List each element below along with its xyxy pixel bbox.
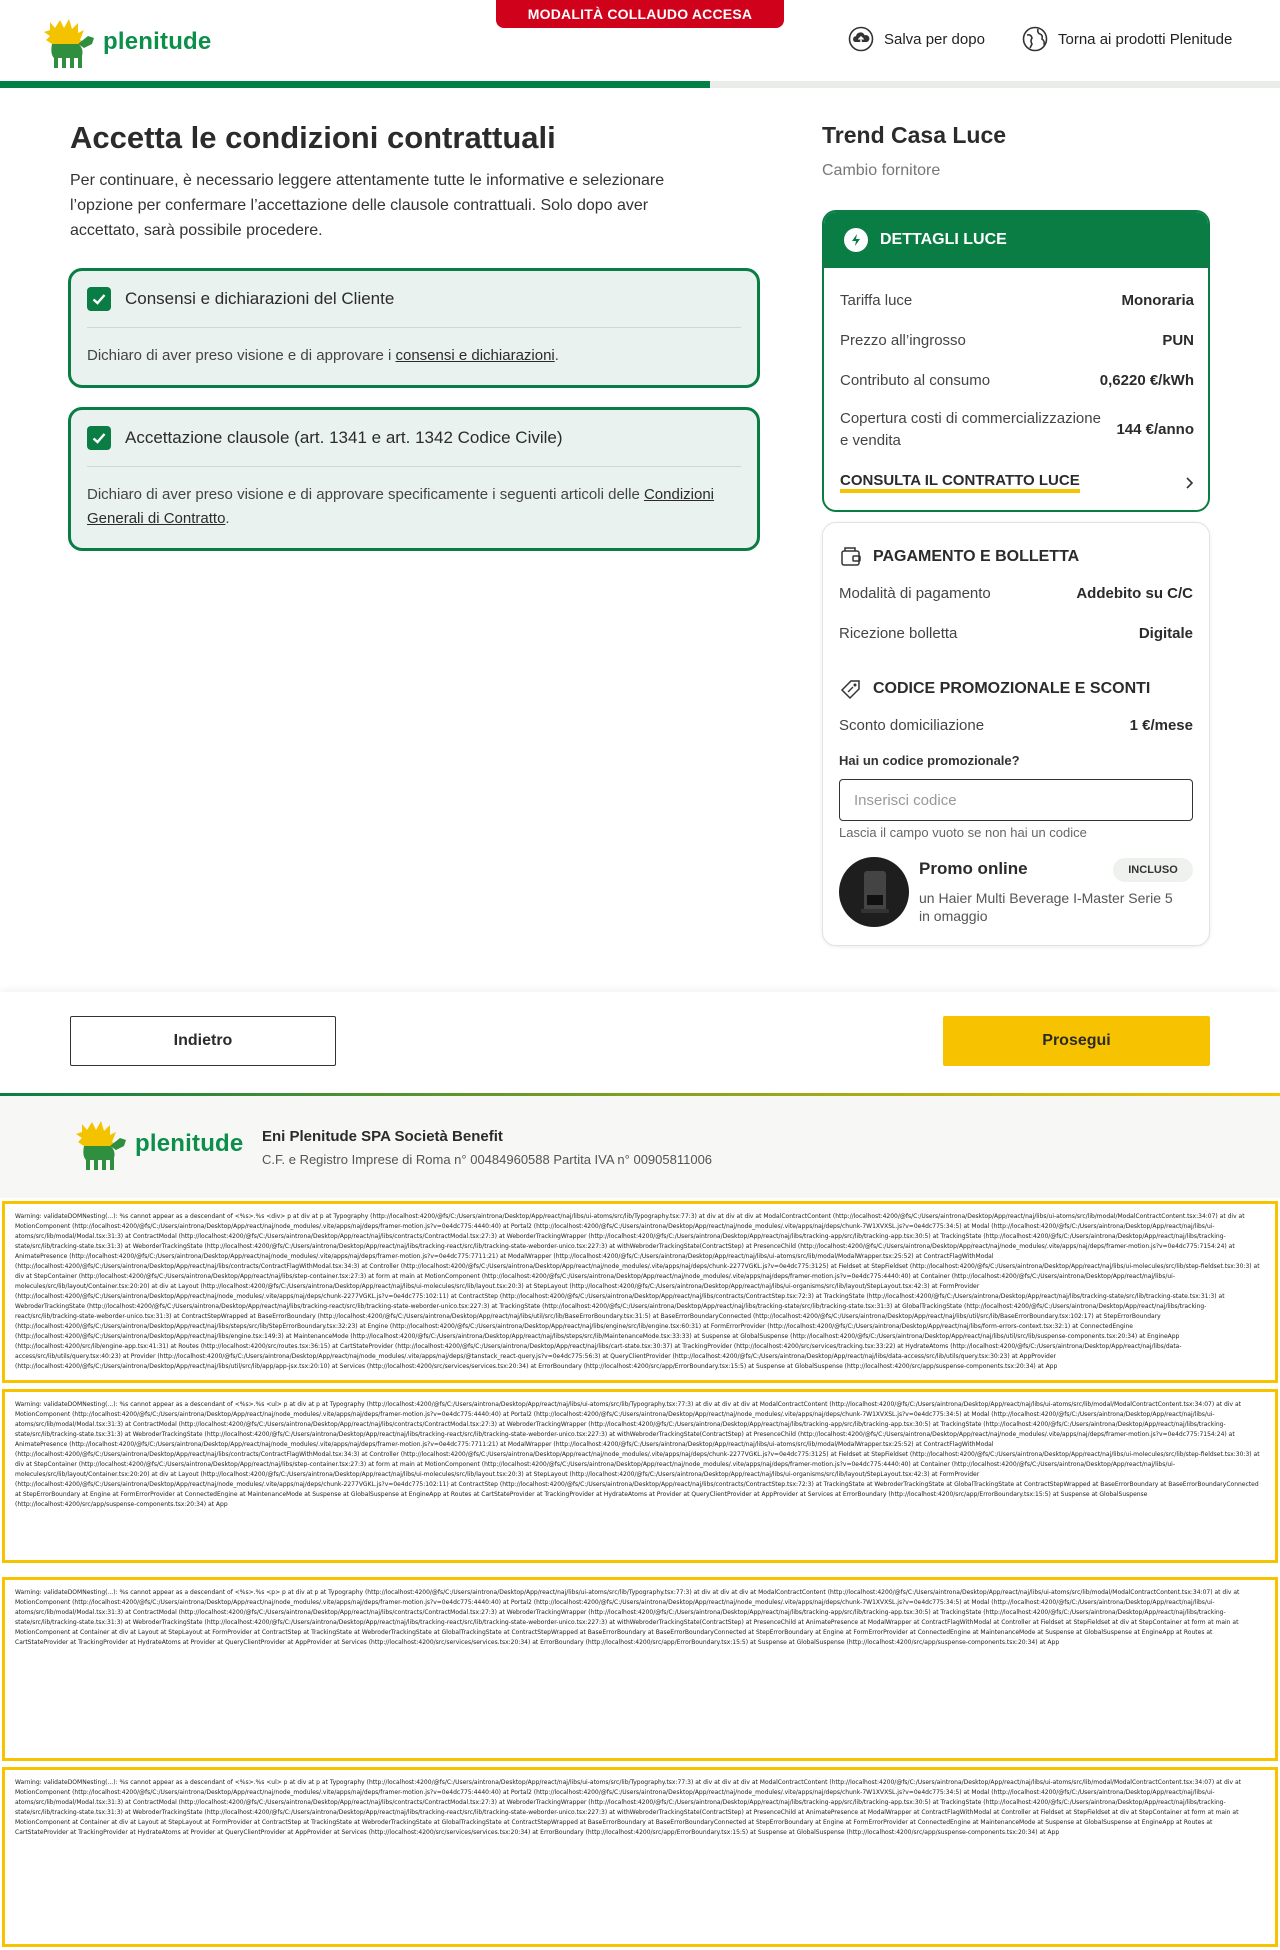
discount-value: 1 €/mese bbox=[1129, 717, 1193, 734]
six-legged-dog-logo-icon bbox=[44, 19, 94, 68]
luce-row-label: Copertura costi di commercializzazione e… bbox=[840, 410, 1101, 449]
promo-title: Promo online bbox=[919, 859, 1028, 878]
plenitude-logo[interactable]: plenitude bbox=[38, 14, 212, 70]
payment-row-value: Addebito su C/C bbox=[1076, 585, 1193, 602]
payment-row-value: Digitale bbox=[1138, 625, 1193, 642]
footer-logo: plenitude bbox=[70, 1116, 244, 1172]
footer: plenitude Eni Plenitude SPA Società Bene… bbox=[0, 1093, 1280, 1198]
consent-body: Dichiaro di aver preso visione e di appr… bbox=[71, 467, 757, 547]
discount-row: Sconto domiciliazione 1 €/mese bbox=[839, 717, 1193, 734]
offer-name: Trend Casa Luce bbox=[822, 122, 1007, 148]
payment-row-label: Modalità di pagamento bbox=[839, 585, 991, 602]
luce-row-value: 144 €/anno bbox=[1116, 421, 1194, 438]
luce-row: Contributo al consumo 0,6220 €/kWh bbox=[840, 372, 1194, 389]
consent-card-declarations: Consensi e dichiarazioni del Cliente Dic… bbox=[68, 268, 760, 388]
progress-bar bbox=[0, 81, 1280, 88]
luce-row: Tariffa luce Monoraria bbox=[840, 292, 1194, 309]
promo-description: un Haier Multi Beverage I-Master Serie 5… bbox=[919, 890, 1173, 924]
bolt-icon bbox=[844, 228, 868, 252]
luce-row: Copertura costi di commercializzazione e… bbox=[840, 408, 1194, 452]
consents-declarations-link[interactable]: consensi e dichiarazioni bbox=[396, 347, 555, 364]
consult-contract-label: CONSULTA IL CONTRATTO LUCE bbox=[840, 472, 1080, 493]
payment-row-label: Ricezione bolletta bbox=[839, 625, 958, 642]
consent-title: Accettazione clausole (art. 1341 e art. … bbox=[125, 428, 563, 447]
step-navigation: Indietro Prosegui bbox=[0, 992, 1280, 1094]
promo-header-label: CODICE PROMOZIONALE E SCONTI bbox=[873, 680, 1151, 697]
consent-body-suffix: . bbox=[225, 510, 230, 527]
check-icon bbox=[92, 294, 106, 305]
consent-body-suffix: . bbox=[554, 347, 559, 364]
page-title: Accetta le condizioni contrattuali bbox=[70, 120, 556, 155]
check-icon bbox=[92, 433, 106, 444]
declarations-checkbox[interactable] bbox=[87, 287, 111, 311]
dev-warning-panel: Warning: validateDOMNesting(...): %s can… bbox=[2, 1201, 1278, 1383]
footer-company: Eni Plenitude SPA Società Benefit bbox=[262, 1128, 503, 1145]
page-intro: Per continuare, è necessario leggere att… bbox=[70, 172, 665, 239]
consent-title: Consensi e dichiarazioni del Cliente bbox=[125, 289, 395, 308]
brand-wordmark: plenitude bbox=[103, 28, 212, 55]
luce-details-card: DETTAGLI LUCE Tariffa luce Monoraria Pre… bbox=[822, 210, 1210, 512]
promo-section-header: CODICE PROMOZIONALE E SCONTI bbox=[839, 677, 1150, 701]
tag-icon bbox=[840, 680, 860, 700]
test-mode-banner: MODALITÀ COLLAUDO ACCESA bbox=[496, 0, 784, 28]
luce-row-label: Contributo al consumo bbox=[840, 372, 991, 389]
included-badge: INCLUSO bbox=[1113, 858, 1193, 882]
continue-button[interactable]: Prosegui bbox=[943, 1016, 1210, 1066]
payment-header-label: PAGAMENTO E BOLLETTA bbox=[873, 548, 1080, 565]
payment-promo-card: PAGAMENTO E BOLLETTA Modalità di pagamen… bbox=[822, 522, 1210, 946]
promo-code-hint: Lascia il campo vuoto se non hai un codi… bbox=[839, 825, 1087, 840]
luce-header: DETTAGLI LUCE bbox=[824, 212, 1208, 268]
back-to-products-label: Torna ai prodotti Plenitude bbox=[1058, 30, 1233, 48]
cloud-upload-icon bbox=[848, 26, 874, 52]
consent-body-text: Dichiaro di aver preso visione e di appr… bbox=[87, 347, 396, 364]
promo-product-image bbox=[839, 857, 909, 927]
promo-code-question: Hai un codice promozionale? bbox=[839, 753, 1020, 768]
promo-code-input[interactable] bbox=[839, 779, 1193, 821]
consent-card-clauses: Accettazione clausole (art. 1341 e art. … bbox=[68, 407, 760, 551]
offer-subtitle: Cambio fornitore bbox=[822, 162, 941, 179]
save-for-later-label: Salva per dopo bbox=[884, 30, 985, 48]
luce-header-label: DETTAGLI LUCE bbox=[880, 231, 1007, 248]
footer-brand-wordmark: plenitude bbox=[135, 1130, 244, 1157]
luce-row-value: Monoraria bbox=[1121, 292, 1194, 309]
progress-fill bbox=[0, 81, 711, 88]
wallet-icon bbox=[841, 547, 861, 566]
luce-row-value: 0,6220 €/kWh bbox=[1099, 372, 1194, 389]
luce-row-value: PUN bbox=[1162, 332, 1194, 349]
luce-row-label: Tariffa luce bbox=[840, 292, 913, 309]
discount-label: Sconto domiciliazione bbox=[839, 717, 985, 734]
clauses-checkbox[interactable] bbox=[87, 426, 111, 450]
globe-icon bbox=[1022, 26, 1048, 52]
payment-row: Modalità di pagamento Addebito su C/C bbox=[839, 585, 1193, 602]
back-to-products-link[interactable]: Torna ai prodotti Plenitude bbox=[1022, 26, 1232, 52]
dev-warning-panel: Warning: validateDOMNesting(...): %s can… bbox=[2, 1767, 1278, 1947]
consent-body-text: Dichiaro di aver preso visione e di appr… bbox=[87, 486, 644, 503]
footer-registration: C.F. e Registro Imprese di Roma n° 00484… bbox=[262, 1152, 713, 1167]
dev-warning-panel: Warning: validateDOMNesting(...): %s can… bbox=[2, 1389, 1278, 1563]
luce-row: Prezzo all’ingrosso PUN bbox=[840, 332, 1194, 349]
consent-body: Dichiaro di aver preso visione e di appr… bbox=[71, 328, 757, 384]
payment-row: Ricezione bolletta Digitale bbox=[839, 625, 1193, 642]
save-for-later-link[interactable]: Salva per dopo bbox=[848, 26, 985, 52]
six-legged-dog-logo-icon bbox=[76, 1121, 126, 1170]
luce-row-label: Prezzo all’ingrosso bbox=[840, 332, 966, 349]
back-button[interactable]: Indietro bbox=[70, 1016, 336, 1066]
chevron-right-icon bbox=[1186, 476, 1194, 489]
header: plenitude MODALITÀ COLLAUDO ACCESA Salva… bbox=[0, 0, 1280, 88]
payment-section-header: PAGAMENTO E BOLLETTA bbox=[839, 545, 1079, 569]
consult-contract-link[interactable]: CONSULTA IL CONTRATTO LUCE bbox=[840, 472, 1194, 493]
dev-warning-panel: Warning: validateDOMNesting(...): %s can… bbox=[2, 1577, 1278, 1761]
